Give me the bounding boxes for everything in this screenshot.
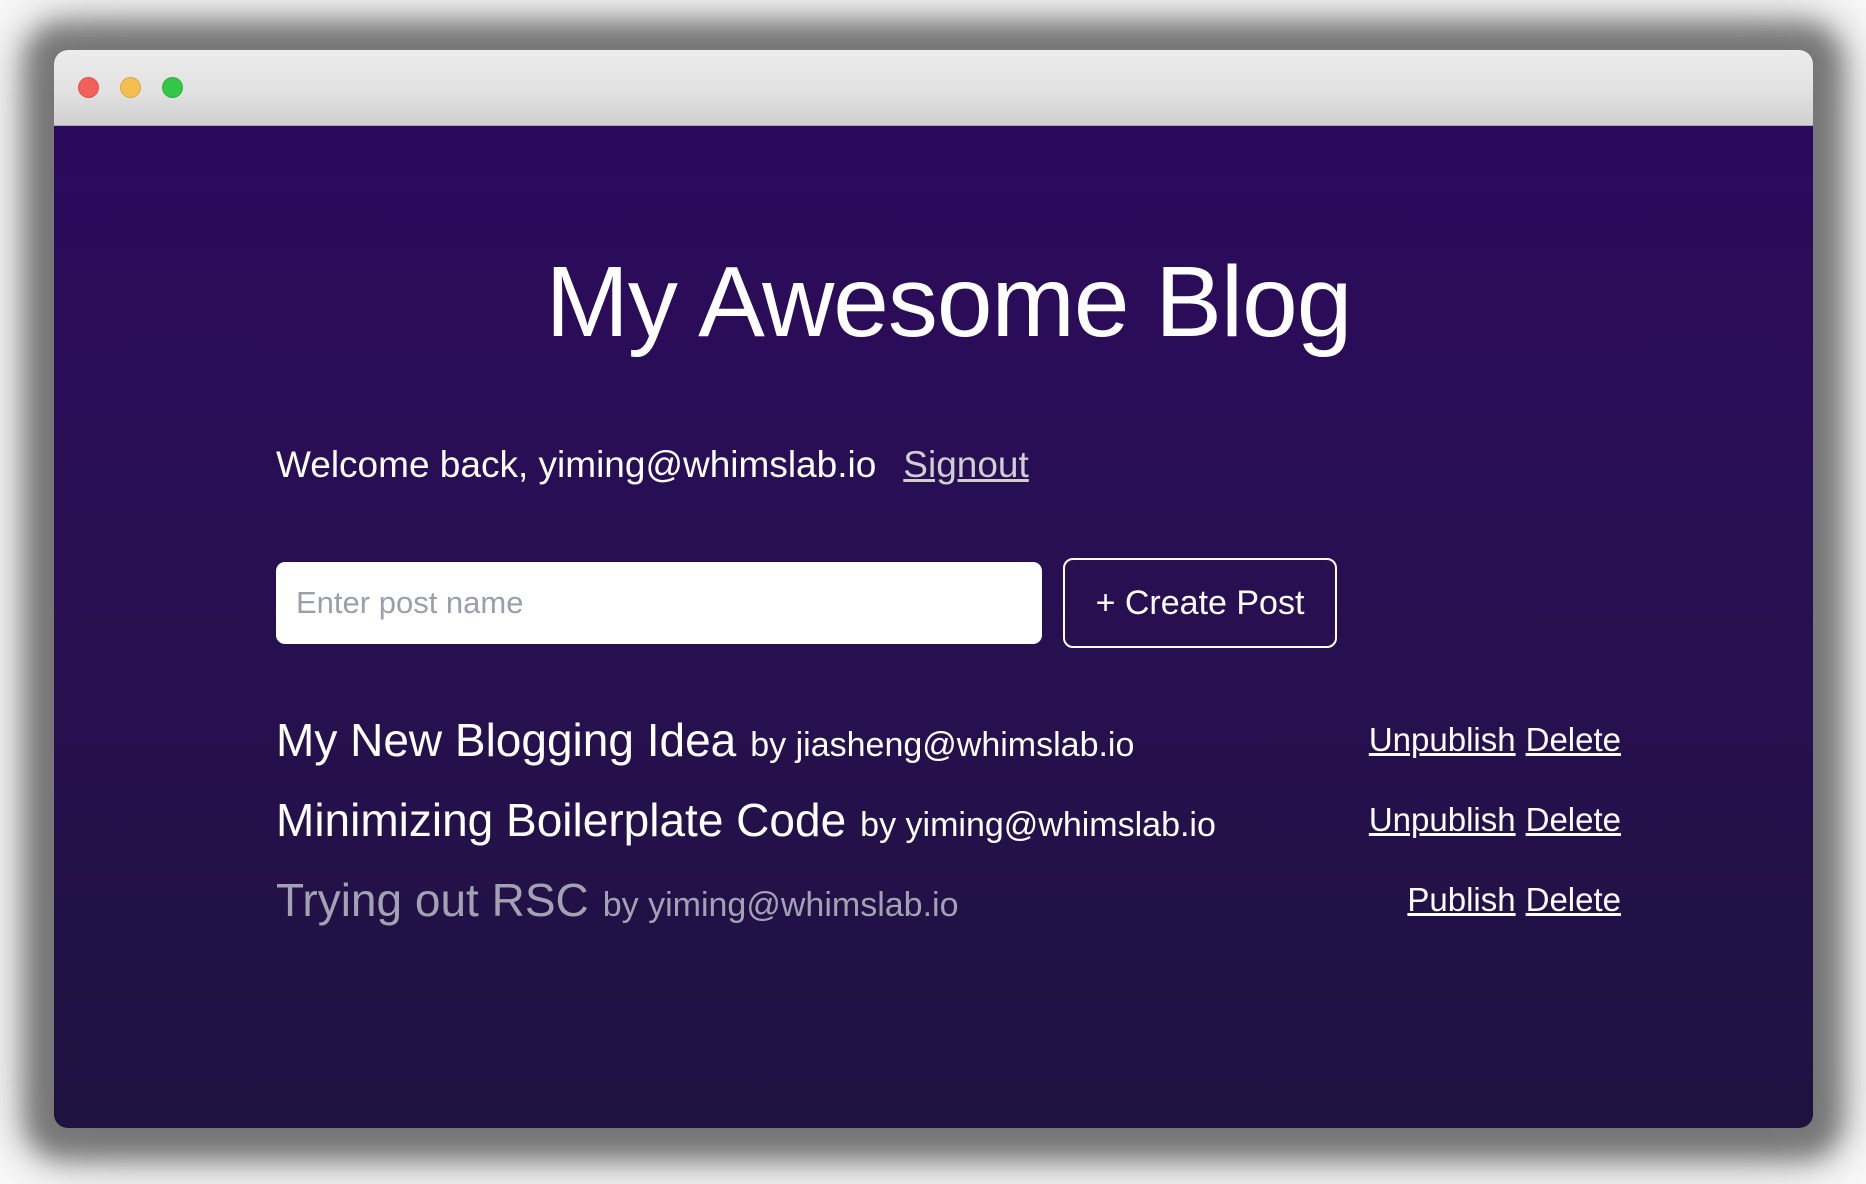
- post-byline: by jiasheng@whimslab.io: [750, 726, 1134, 765]
- post-row: Minimizing Boilerplate Code by yiming@wh…: [276, 780, 1621, 860]
- post-actions: Publish Delete: [1407, 881, 1621, 919]
- post-actions: Unpublish Delete: [1369, 801, 1621, 839]
- publish-link[interactable]: Publish: [1407, 881, 1515, 919]
- delete-link[interactable]: Delete: [1526, 881, 1621, 919]
- content-container: My Awesome Blog Welcome back, yiming@whi…: [276, 242, 1621, 940]
- zoom-button[interactable]: [162, 77, 183, 98]
- close-button[interactable]: [78, 77, 99, 98]
- delete-link[interactable]: Delete: [1526, 721, 1621, 759]
- posts-list: My New Blogging Idea by jiasheng@whimsla…: [276, 700, 1621, 940]
- post-title: Trying out RSC: [276, 873, 589, 927]
- user-bar: Welcome back, yiming@whimslab.io Signout: [276, 444, 1621, 486]
- delete-link[interactable]: Delete: [1526, 801, 1621, 839]
- unpublish-link[interactable]: Unpublish: [1369, 721, 1516, 759]
- post-title: Minimizing Boilerplate Code: [276, 793, 846, 847]
- traffic-lights: [78, 77, 183, 98]
- create-post-row: + Create Post: [276, 558, 1621, 648]
- post-main: Minimizing Boilerplate Code by yiming@wh…: [276, 793, 1216, 847]
- window-titlebar: [54, 50, 1813, 126]
- post-row: My New Blogging Idea by jiasheng@whimsla…: [276, 700, 1621, 780]
- create-post-button[interactable]: + Create Post: [1063, 558, 1337, 648]
- browser-window: My Awesome Blog Welcome back, yiming@whi…: [54, 50, 1813, 1128]
- minimize-button[interactable]: [120, 77, 141, 98]
- post-name-input[interactable]: [276, 562, 1042, 644]
- page-title: My Awesome Blog: [276, 242, 1621, 362]
- unpublish-link[interactable]: Unpublish: [1369, 801, 1516, 839]
- post-main: Trying out RSC by yiming@whimslab.io: [276, 873, 958, 927]
- post-row: Trying out RSC by yiming@whimslab.io Pub…: [276, 860, 1621, 940]
- post-title: My New Blogging Idea: [276, 713, 736, 767]
- post-byline: by yiming@whimslab.io: [603, 886, 959, 925]
- welcome-text: Welcome back, yiming@whimslab.io: [276, 444, 876, 486]
- signout-link[interactable]: Signout: [903, 444, 1029, 486]
- page-background: My Awesome Blog Welcome back, yiming@whi…: [54, 126, 1813, 1127]
- post-byline: by yiming@whimslab.io: [860, 806, 1216, 845]
- post-main: My New Blogging Idea by jiasheng@whimsla…: [276, 713, 1134, 767]
- post-actions: Unpublish Delete: [1369, 721, 1621, 759]
